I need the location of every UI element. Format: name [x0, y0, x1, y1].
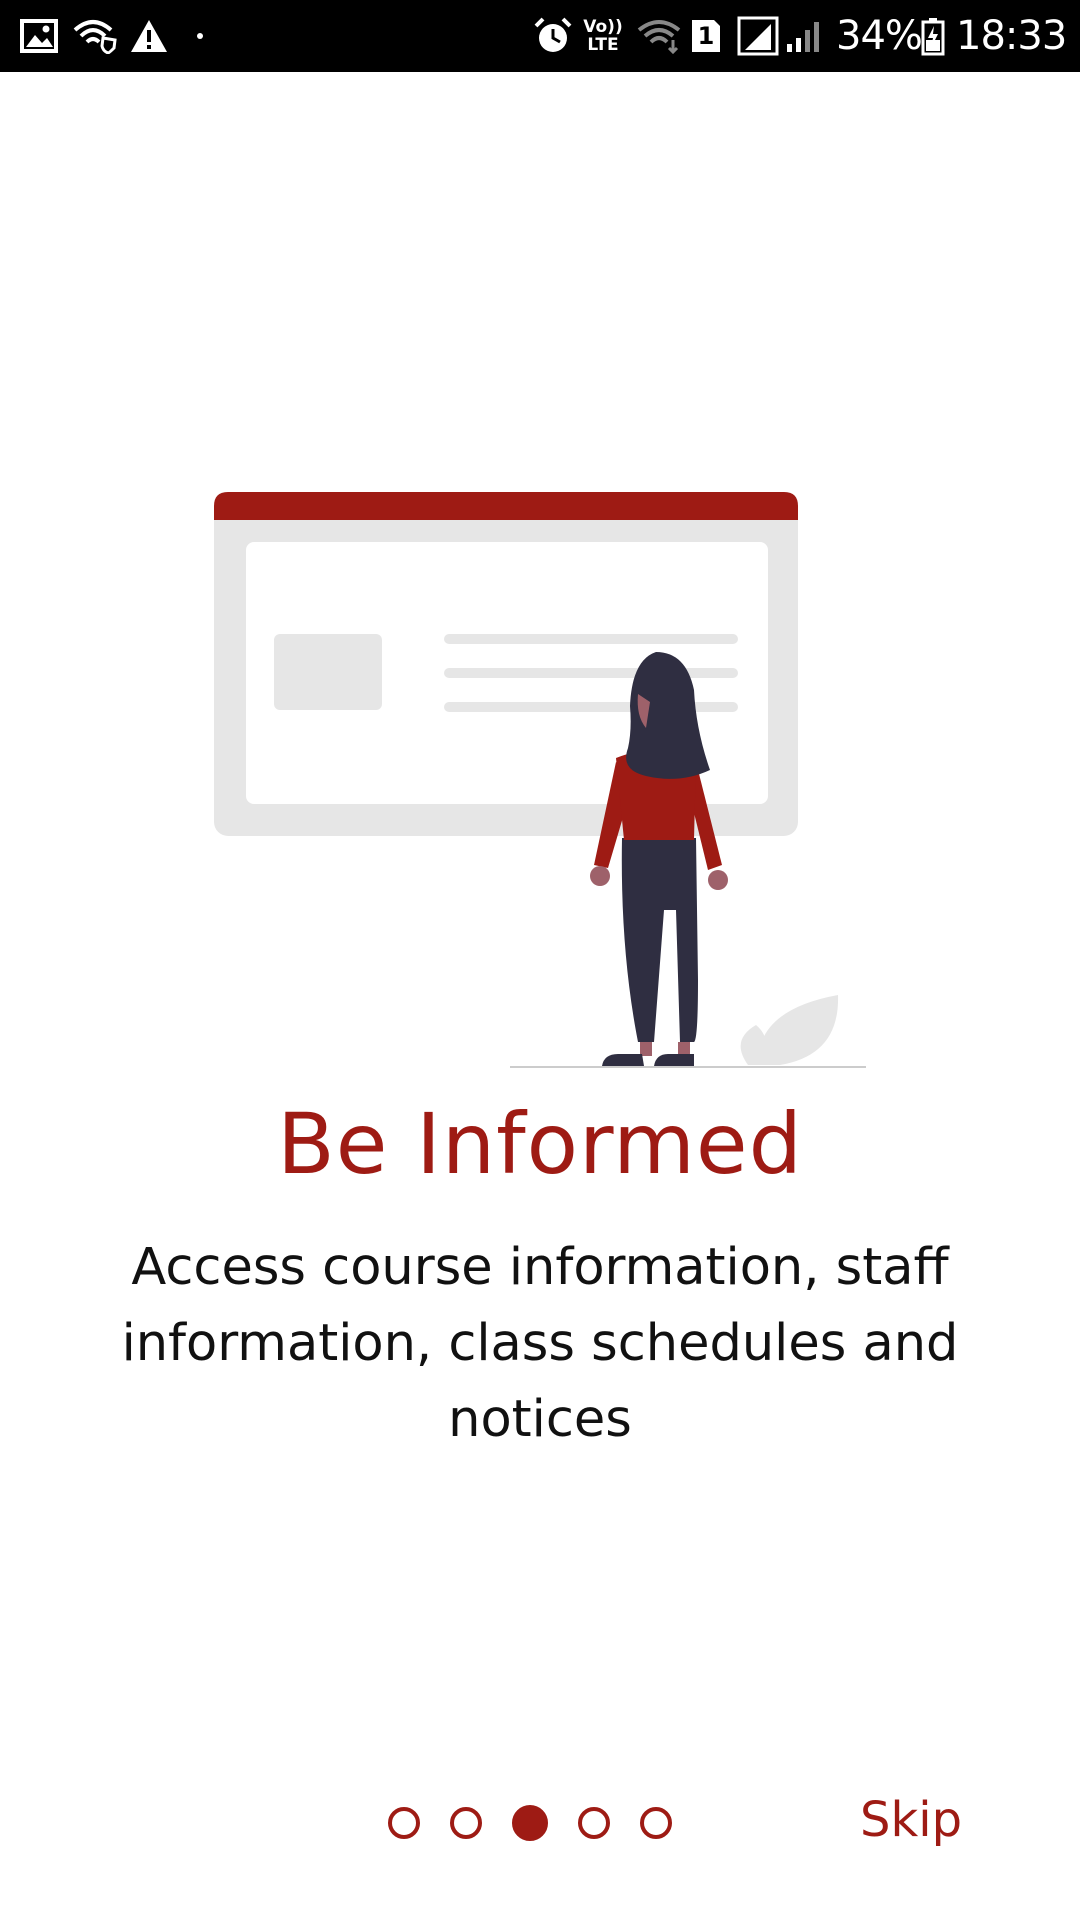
board-header-bar: [214, 492, 798, 520]
board-text-line: [444, 668, 738, 678]
page-dot-2[interactable]: [450, 1807, 482, 1839]
board-image-placeholder: [274, 634, 382, 710]
page-dot-1[interactable]: [388, 1807, 420, 1839]
skip-button[interactable]: Skip: [860, 1790, 990, 1850]
battery-percent: 34%: [836, 13, 923, 59]
battery-charging-icon: [918, 0, 948, 72]
page-dot-3-active[interactable]: [512, 1805, 548, 1841]
sim-slot-text: 1: [697, 22, 715, 50]
alarm-icon: [532, 0, 574, 72]
page-dot-5[interactable]: [640, 1807, 672, 1839]
page-dot-4[interactable]: [578, 1807, 610, 1839]
clock-time: 18:33: [956, 13, 1067, 59]
information-board: [214, 492, 798, 836]
onboarding-title: Be Informed: [277, 1095, 803, 1193]
volte-bottom-text: LTE: [587, 35, 619, 55]
signal-weak-icon: [784, 0, 824, 72]
volte-top-text: Vo)): [583, 17, 623, 37]
board-text-line: [444, 634, 738, 644]
onboarding-description: Access course information, staff informa…: [121, 1238, 959, 1449]
sim-icon: 1: [688, 0, 724, 72]
page-indicator: [388, 1805, 672, 1847]
plant-icon: [740, 995, 839, 1065]
volte-icon: Vo)) LTE: [580, 0, 626, 72]
status-bar: Vo)) LTE 1 34% 18:33: [0, 0, 1080, 72]
dot-icon: [194, 0, 206, 72]
signal-icon: [736, 0, 780, 72]
onboarding-illustration: [214, 492, 866, 1068]
wifi-shield-icon: [72, 0, 118, 72]
warning-icon: [128, 0, 170, 72]
wifi-icon: [636, 0, 682, 72]
gallery-icon: [18, 0, 60, 72]
